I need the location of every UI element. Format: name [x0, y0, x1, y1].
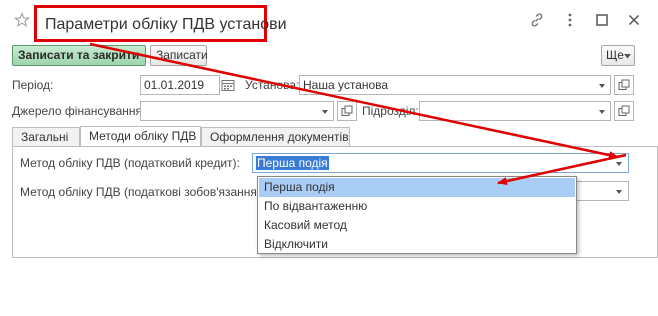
- chevron-down-icon: [322, 110, 328, 114]
- funding-select[interactable]: [140, 101, 334, 121]
- title-highlight-box: Параметри обліку ПДВ установи: [34, 5, 287, 42]
- chevron-down-icon: [616, 190, 622, 194]
- tab-general[interactable]: Загальні: [12, 127, 80, 147]
- method-dropdown-list: Перша подія По відвантаженню Касовий мет…: [257, 176, 577, 254]
- chevron-down-icon: [616, 162, 622, 166]
- close-icon[interactable]: [626, 12, 642, 28]
- open-institution-button[interactable]: [614, 75, 634, 95]
- maximize-icon[interactable]: [594, 12, 610, 28]
- department-label: Підрозділ:: [362, 104, 419, 118]
- tax-liability-method-label: Метод обліку ПДВ (податкові зобов'язання…: [20, 185, 265, 199]
- tab-document-formatting[interactable]: Оформлення документів: [201, 127, 350, 147]
- open-icon: [618, 105, 630, 116]
- open-department-button[interactable]: [614, 101, 634, 121]
- more-button[interactable]: Ще: [601, 45, 635, 66]
- dropdown-option-cash-method[interactable]: Касовий метод: [259, 216, 575, 235]
- dropdown-option-shipment[interactable]: По відвантаженню: [259, 197, 575, 216]
- title-bar: Параметри обліку ПДВ установи: [0, 0, 658, 42]
- star-icon[interactable]: [14, 12, 30, 28]
- open-icon: [618, 79, 630, 90]
- more-label: Ще: [606, 48, 624, 62]
- tab-vat-methods[interactable]: Методи обліку ПДВ: [80, 126, 201, 147]
- dropdown-option-disable[interactable]: Відключити: [259, 235, 575, 254]
- dropdown-option-first-event[interactable]: Перша подія: [259, 178, 575, 197]
- funding-label: Джерело фінансування:: [12, 104, 146, 118]
- period-label: Період:: [12, 78, 54, 92]
- calendar-button[interactable]: [218, 75, 238, 95]
- period-input[interactable]: 01.01.2019: [140, 75, 220, 95]
- save-button[interactable]: Записати: [150, 45, 208, 66]
- open-icon: [341, 105, 353, 116]
- more-vertical-icon[interactable]: [562, 12, 578, 28]
- institution-label: Установа:: [245, 78, 300, 92]
- link-icon[interactable]: [529, 12, 545, 28]
- tax-credit-method-select[interactable]: Перша подія: [252, 153, 629, 173]
- department-select[interactable]: [419, 101, 611, 121]
- save-and-close-button[interactable]: Записати та закрити: [12, 45, 146, 66]
- calendar-icon: [221, 80, 235, 91]
- institution-value: Наша установа: [303, 78, 389, 92]
- chevron-down-icon: [624, 54, 631, 59]
- tax-liability-method-select[interactable]: [574, 181, 629, 201]
- institution-select[interactable]: Наша установа: [299, 75, 611, 95]
- chevron-down-icon: [599, 110, 605, 114]
- chevron-down-icon: [599, 84, 605, 88]
- open-funding-button[interactable]: [337, 101, 357, 121]
- page-title: Параметри обліку ПДВ установи: [45, 16, 287, 33]
- tax-credit-method-value: Перша подія: [256, 156, 329, 170]
- tax-credit-method-label: Метод обліку ПДВ (податковий кредит):: [20, 156, 240, 170]
